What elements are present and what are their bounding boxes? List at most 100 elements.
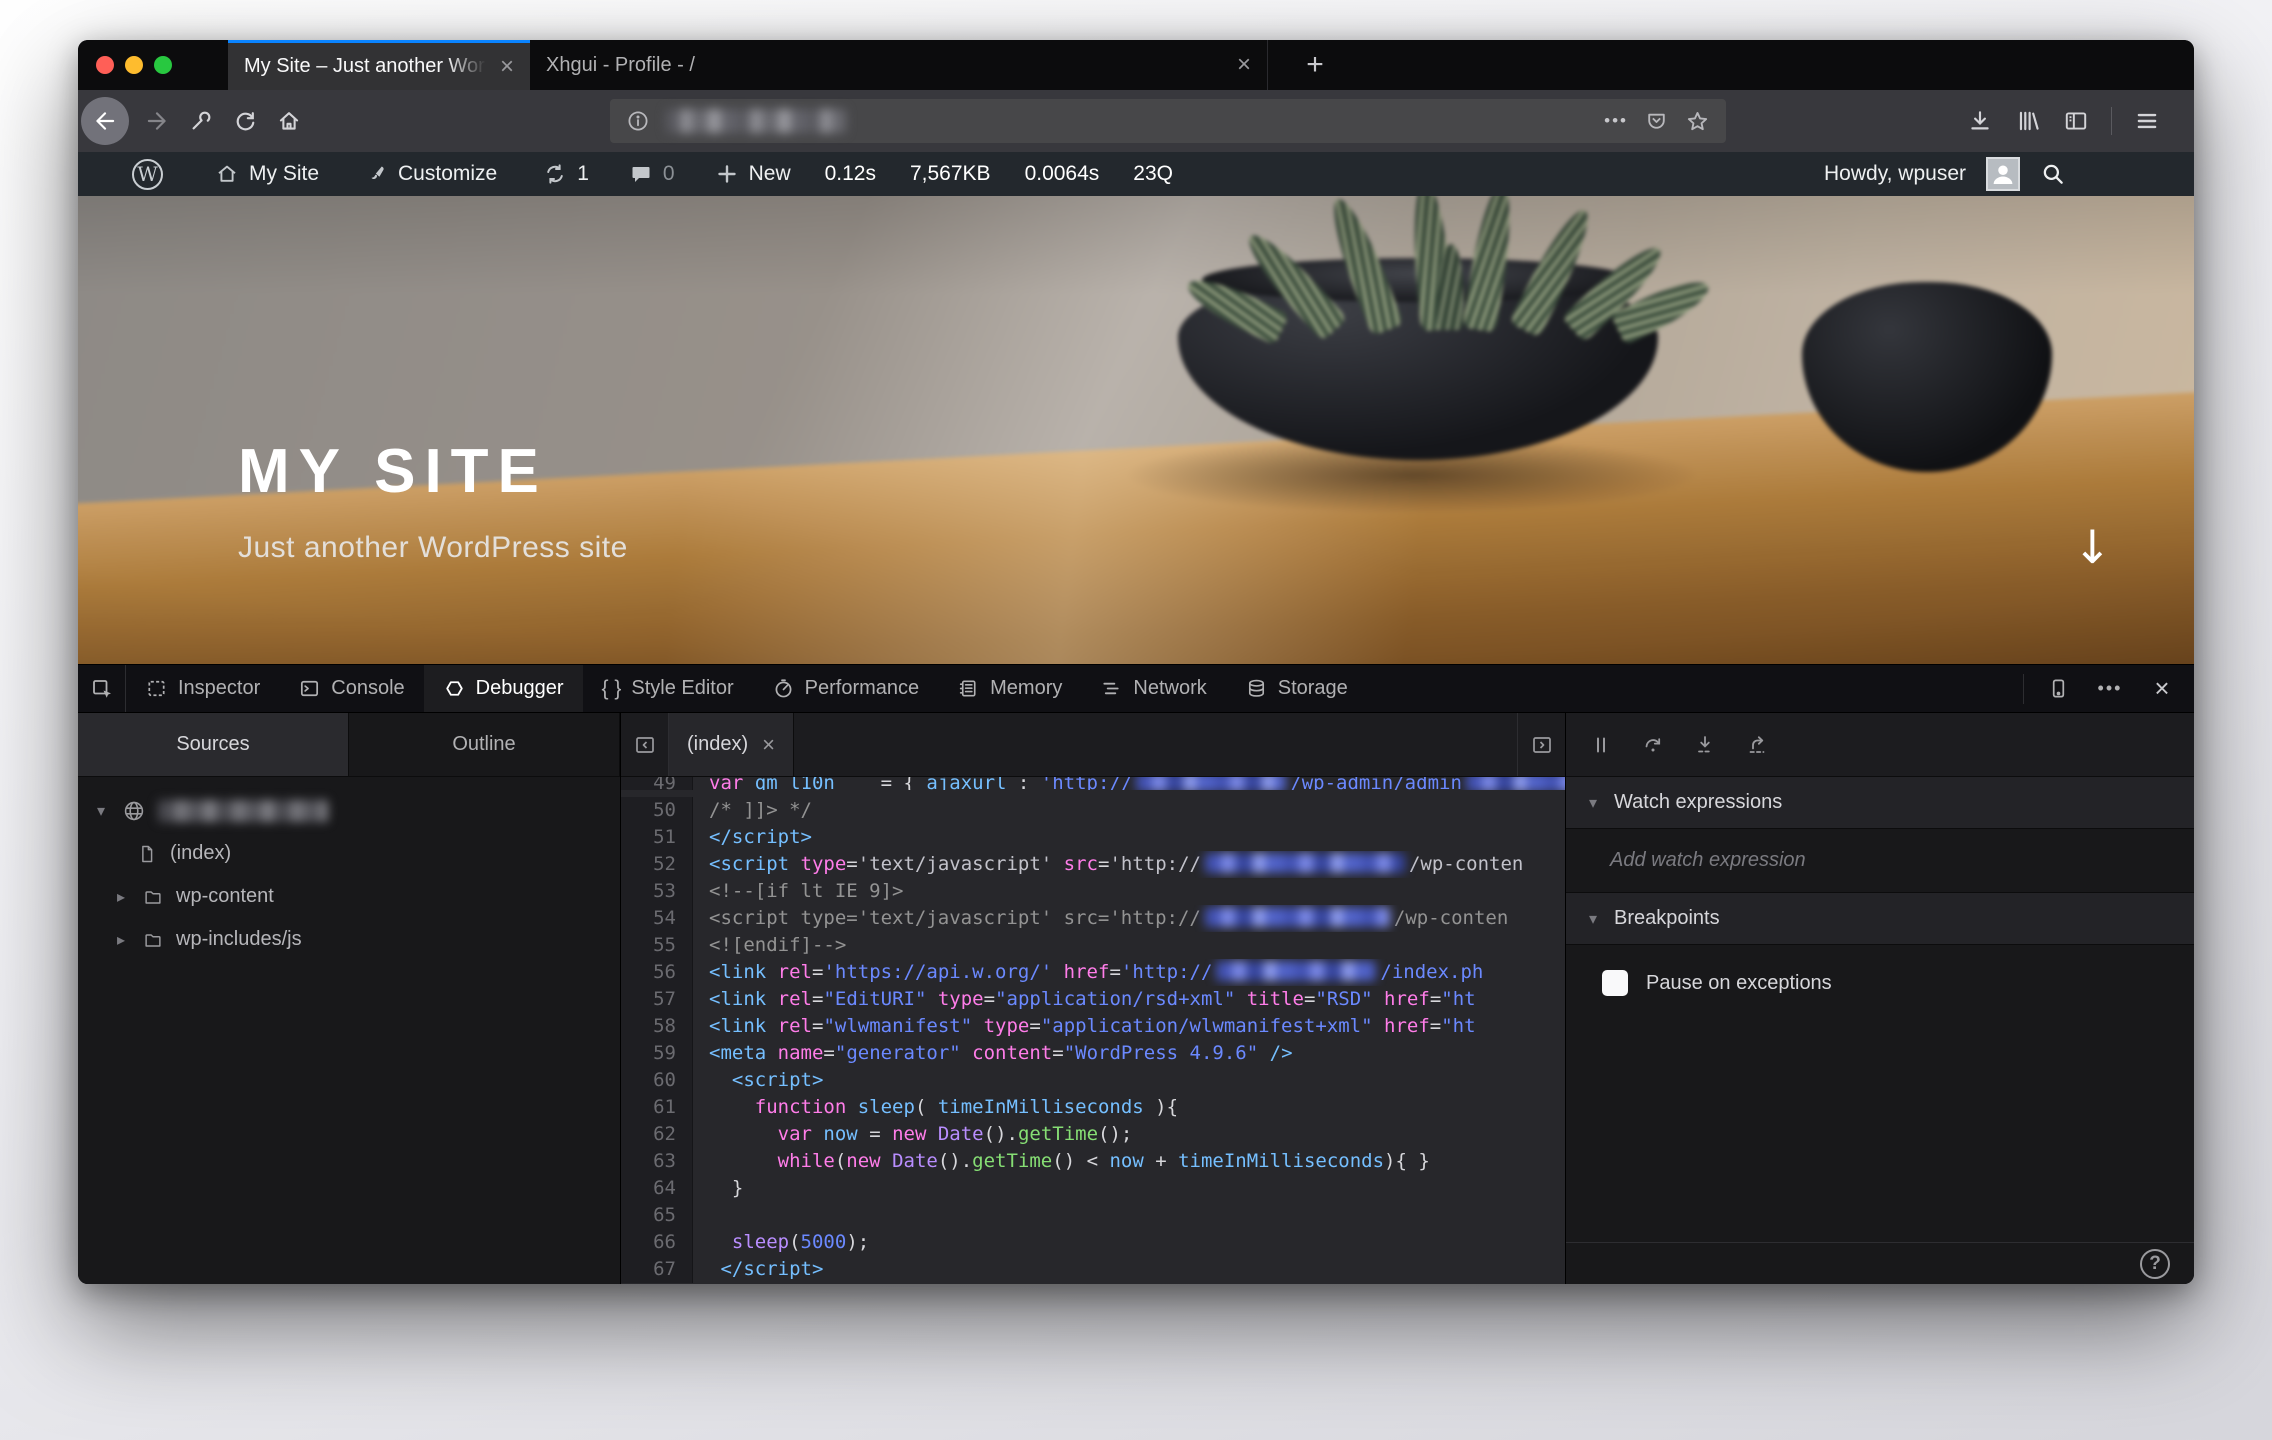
adminbar-new[interactable]: New <box>715 162 791 186</box>
code-text: var now = new Date().getTime(); <box>777 1123 1133 1145</box>
tab-inspector[interactable]: Inspector <box>126 665 279 712</box>
help-button[interactable]: ? <box>2140 1248 2170 1279</box>
qm-memory[interactable]: 7,567KB <box>910 162 991 186</box>
sidebar-toggle-icon[interactable] <box>2063 108 2089 134</box>
tree-domain[interactable]: ▾ <box>78 789 620 832</box>
code-line: 65 <box>621 1202 1565 1229</box>
bookmark-star-icon[interactable] <box>1685 109 1710 134</box>
close-file-icon[interactable]: × <box>762 732 775 758</box>
caret-down-icon[interactable]: ▾ <box>92 801 110 820</box>
line-number[interactable]: 67 <box>621 1256 693 1283</box>
step-in-button[interactable] <box>1682 722 1728 768</box>
line-number[interactable]: 58 <box>621 1013 693 1040</box>
wordpress-logo-icon[interactable]: W <box>132 158 163 190</box>
tab-memory[interactable]: Memory <box>938 665 1081 712</box>
adminbar-comments[interactable]: 0 <box>629 162 675 186</box>
line-number[interactable]: 49 <box>621 777 693 794</box>
line-number[interactable]: 62 <box>621 1121 693 1148</box>
tab-style-editor[interactable]: { } Style Editor <box>583 665 753 712</box>
pause-button[interactable] <box>1578 722 1624 768</box>
collapse-panel-button[interactable] <box>621 713 669 776</box>
line-number[interactable]: 51 <box>621 824 693 851</box>
navigation-toolbar: ••• <box>78 90 2194 152</box>
close-devtools-icon[interactable]: × <box>2140 665 2184 713</box>
tab-network[interactable]: Network <box>1081 665 1225 712</box>
step-over-button[interactable] <box>1630 722 1676 768</box>
line-number[interactable]: 66 <box>621 1229 693 1256</box>
line-number[interactable]: 60 <box>621 1067 693 1094</box>
page-actions-icon[interactable]: ••• <box>1604 111 1628 131</box>
add-watch-expression-input[interactable]: Add watch expression <box>1566 829 2194 893</box>
line-number[interactable]: 52 <box>621 851 693 878</box>
line-number[interactable]: 56 <box>621 959 693 986</box>
adminbar-updates[interactable]: 1 <box>543 162 589 186</box>
tab-outline[interactable]: Outline <box>349 713 620 776</box>
home-button[interactable] <box>266 98 312 144</box>
line-number[interactable]: 61 <box>621 1094 693 1121</box>
line-number[interactable]: 57 <box>621 986 693 1013</box>
qm-page-time[interactable]: 0.12s <box>825 162 876 186</box>
line-number[interactable]: 54 <box>621 905 693 932</box>
new-tab-button[interactable]: + <box>1288 40 1342 90</box>
line-number[interactable]: 63 <box>621 1148 693 1175</box>
qm-query-count[interactable]: 23Q <box>1133 162 1173 186</box>
caret-down-icon[interactable]: ▾ <box>1584 793 1602 812</box>
breakpoints-header[interactable]: ▾ Breakpoints <box>1566 893 2194 945</box>
tab-console[interactable]: Console <box>279 665 423 712</box>
back-button[interactable] <box>81 97 129 145</box>
menu-hamburger-icon[interactable] <box>2134 108 2160 134</box>
adminbar-howdy[interactable]: Howdy, wpuser <box>1824 162 1966 186</box>
reload-button[interactable] <box>222 98 268 144</box>
code-text: <script> <box>731 1069 824 1091</box>
line-number[interactable]: 65 <box>621 1202 693 1229</box>
caret-right-icon[interactable]: ▸ <box>112 887 130 906</box>
pocket-icon[interactable] <box>1644 109 1669 134</box>
blurred-domain <box>158 799 328 822</box>
caret-right-icon[interactable]: ▸ <box>112 930 130 949</box>
close-tab-icon[interactable]: × <box>1237 53 1251 77</box>
minimize-window-button[interactable] <box>125 56 143 74</box>
line-number[interactable]: 59 <box>621 1040 693 1067</box>
avatar[interactable] <box>1986 157 2020 191</box>
page-tools-button[interactable] <box>178 98 224 144</box>
zoom-window-button[interactable] <box>154 56 172 74</box>
scroll-down-arrow[interactable]: ↓ <box>2073 520 2112 574</box>
tab-xhgui[interactable]: Xhgui - Profile - / × <box>530 40 1268 90</box>
qm-query-time[interactable]: 0.0064s <box>1025 162 1100 186</box>
line-number[interactable]: 50 <box>621 797 693 824</box>
library-icon[interactable] <box>2015 108 2041 134</box>
responsive-mode-button[interactable] <box>2036 665 2080 713</box>
devtools-menu-icon[interactable]: ••• <box>2088 665 2132 713</box>
site-title[interactable]: MY SITE <box>238 436 628 507</box>
tree-item-wp-includes[interactable]: ▸ wp-includes/js <box>78 918 620 961</box>
element-picker-button[interactable] <box>78 665 126 712</box>
tab-storage[interactable]: Storage <box>1226 665 1367 712</box>
step-out-button[interactable] <box>1734 722 1780 768</box>
pause-on-exceptions-checkbox[interactable] <box>1602 970 1628 996</box>
expand-panel-button[interactable] <box>1517 713 1565 776</box>
pause-on-exceptions-row[interactable]: Pause on exceptions <box>1566 945 2194 1021</box>
tab-my-site[interactable]: My Site – Just another WordPress si × <box>228 40 530 90</box>
adminbar-customize[interactable]: Customize <box>365 162 497 186</box>
editor-tab-index[interactable]: (index) × <box>669 713 794 776</box>
close-window-button[interactable] <box>96 56 114 74</box>
tab-performance[interactable]: Performance <box>753 665 939 712</box>
line-number[interactable]: 64 <box>621 1175 693 1202</box>
code-view[interactable]: 49 var qm_l10n = { ajaxurl : 'http:///wp-… <box>621 777 1565 1284</box>
search-icon[interactable] <box>2040 161 2066 187</box>
url-bar[interactable]: ••• <box>610 99 1726 143</box>
tab-sources[interactable]: Sources <box>78 713 349 776</box>
line-number[interactable]: 55 <box>621 932 693 959</box>
adminbar-my-site[interactable]: My Site <box>215 162 319 186</box>
line-number[interactable]: 53 <box>621 878 693 905</box>
watch-expressions-header[interactable]: ▾ Watch expressions <box>1566 777 2194 829</box>
tab-title: Xhgui - Profile - / <box>546 53 695 76</box>
caret-down-icon[interactable]: ▾ <box>1584 909 1602 928</box>
site-info-icon[interactable] <box>626 109 650 133</box>
tree-item-wp-content[interactable]: ▸ wp-content <box>78 875 620 918</box>
tree-item-index[interactable]: (index) <box>78 832 620 875</box>
downloads-icon[interactable] <box>1967 108 1993 134</box>
forward-button[interactable] <box>134 98 180 144</box>
tab-debugger[interactable]: Debugger <box>423 665 583 712</box>
close-tab-icon[interactable]: × <box>500 54 514 79</box>
